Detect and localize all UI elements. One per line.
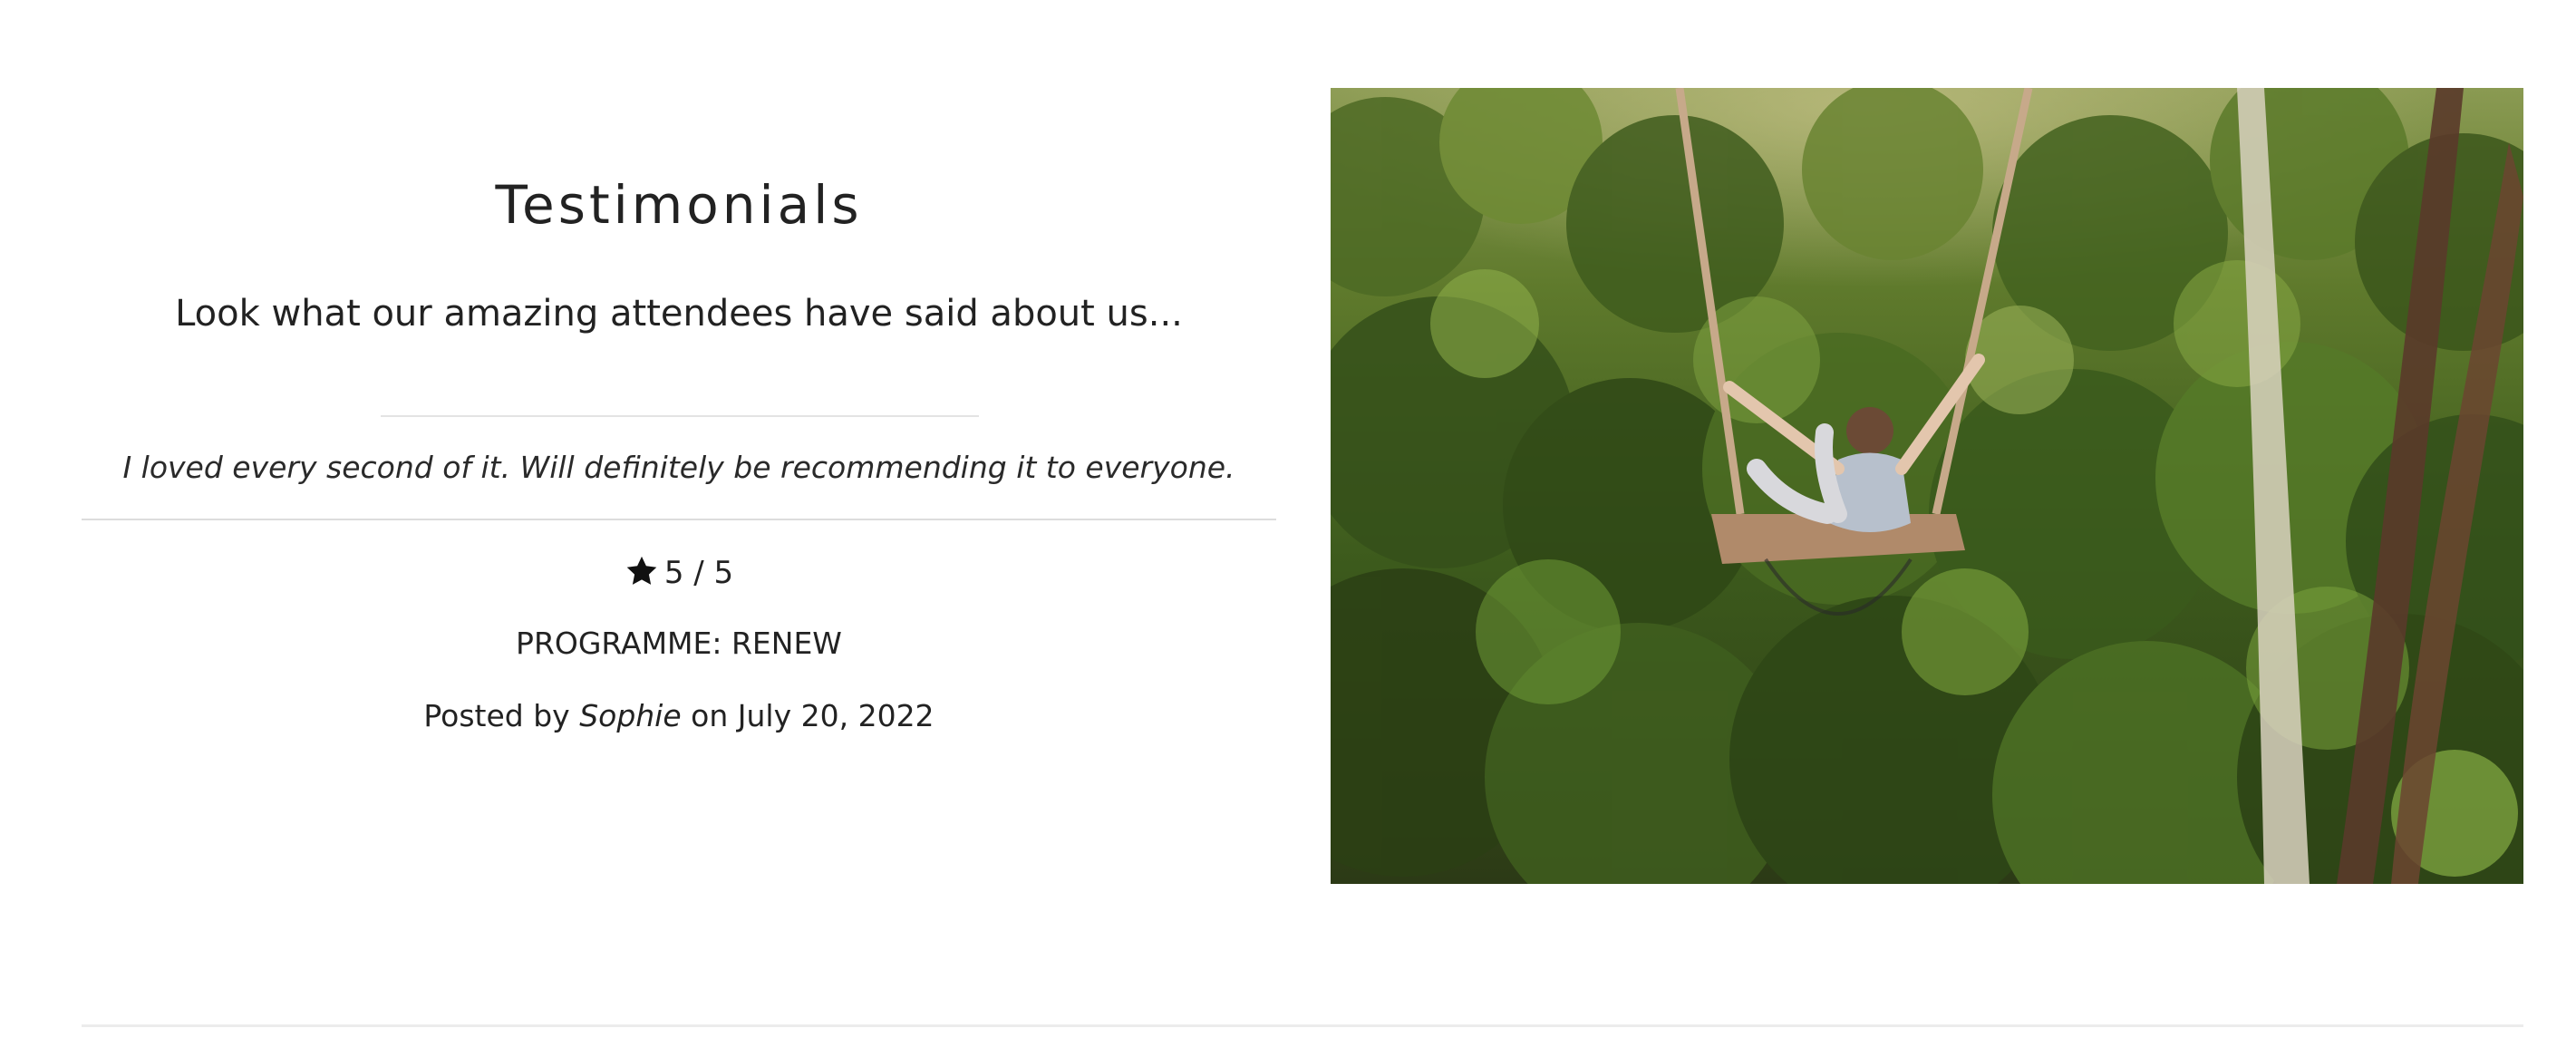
- footer-divider: [82, 1024, 2523, 1027]
- jungle-swing-image: [1331, 88, 2523, 884]
- testimonial-quote: I loved every second of it. Will definit…: [122, 450, 1235, 485]
- rating-text: 5 / 5: [663, 555, 734, 591]
- posted-date: on July 20, 2022: [691, 698, 935, 733]
- long-divider: [82, 519, 1276, 520]
- posted-prefix: Posted by: [423, 698, 570, 733]
- section-title: Testimonials: [495, 174, 863, 236]
- author-name: Sophie: [579, 698, 682, 733]
- posted-byline: Posted by Sophie on July 20, 2022: [82, 694, 1276, 738]
- programme-label: PROGRAMME: RENEW: [516, 626, 842, 661]
- section-subtitle: Look what our amazing attendees have sai…: [175, 293, 1183, 335]
- short-divider: [381, 415, 979, 417]
- rating: 5 / 5: [82, 551, 1276, 595]
- star-icon: [626, 556, 657, 585]
- testimonials-panel: Testimonials Look what our amazing atten…: [82, 0, 1276, 907]
- testimonial-photo: [1331, 88, 2523, 884]
